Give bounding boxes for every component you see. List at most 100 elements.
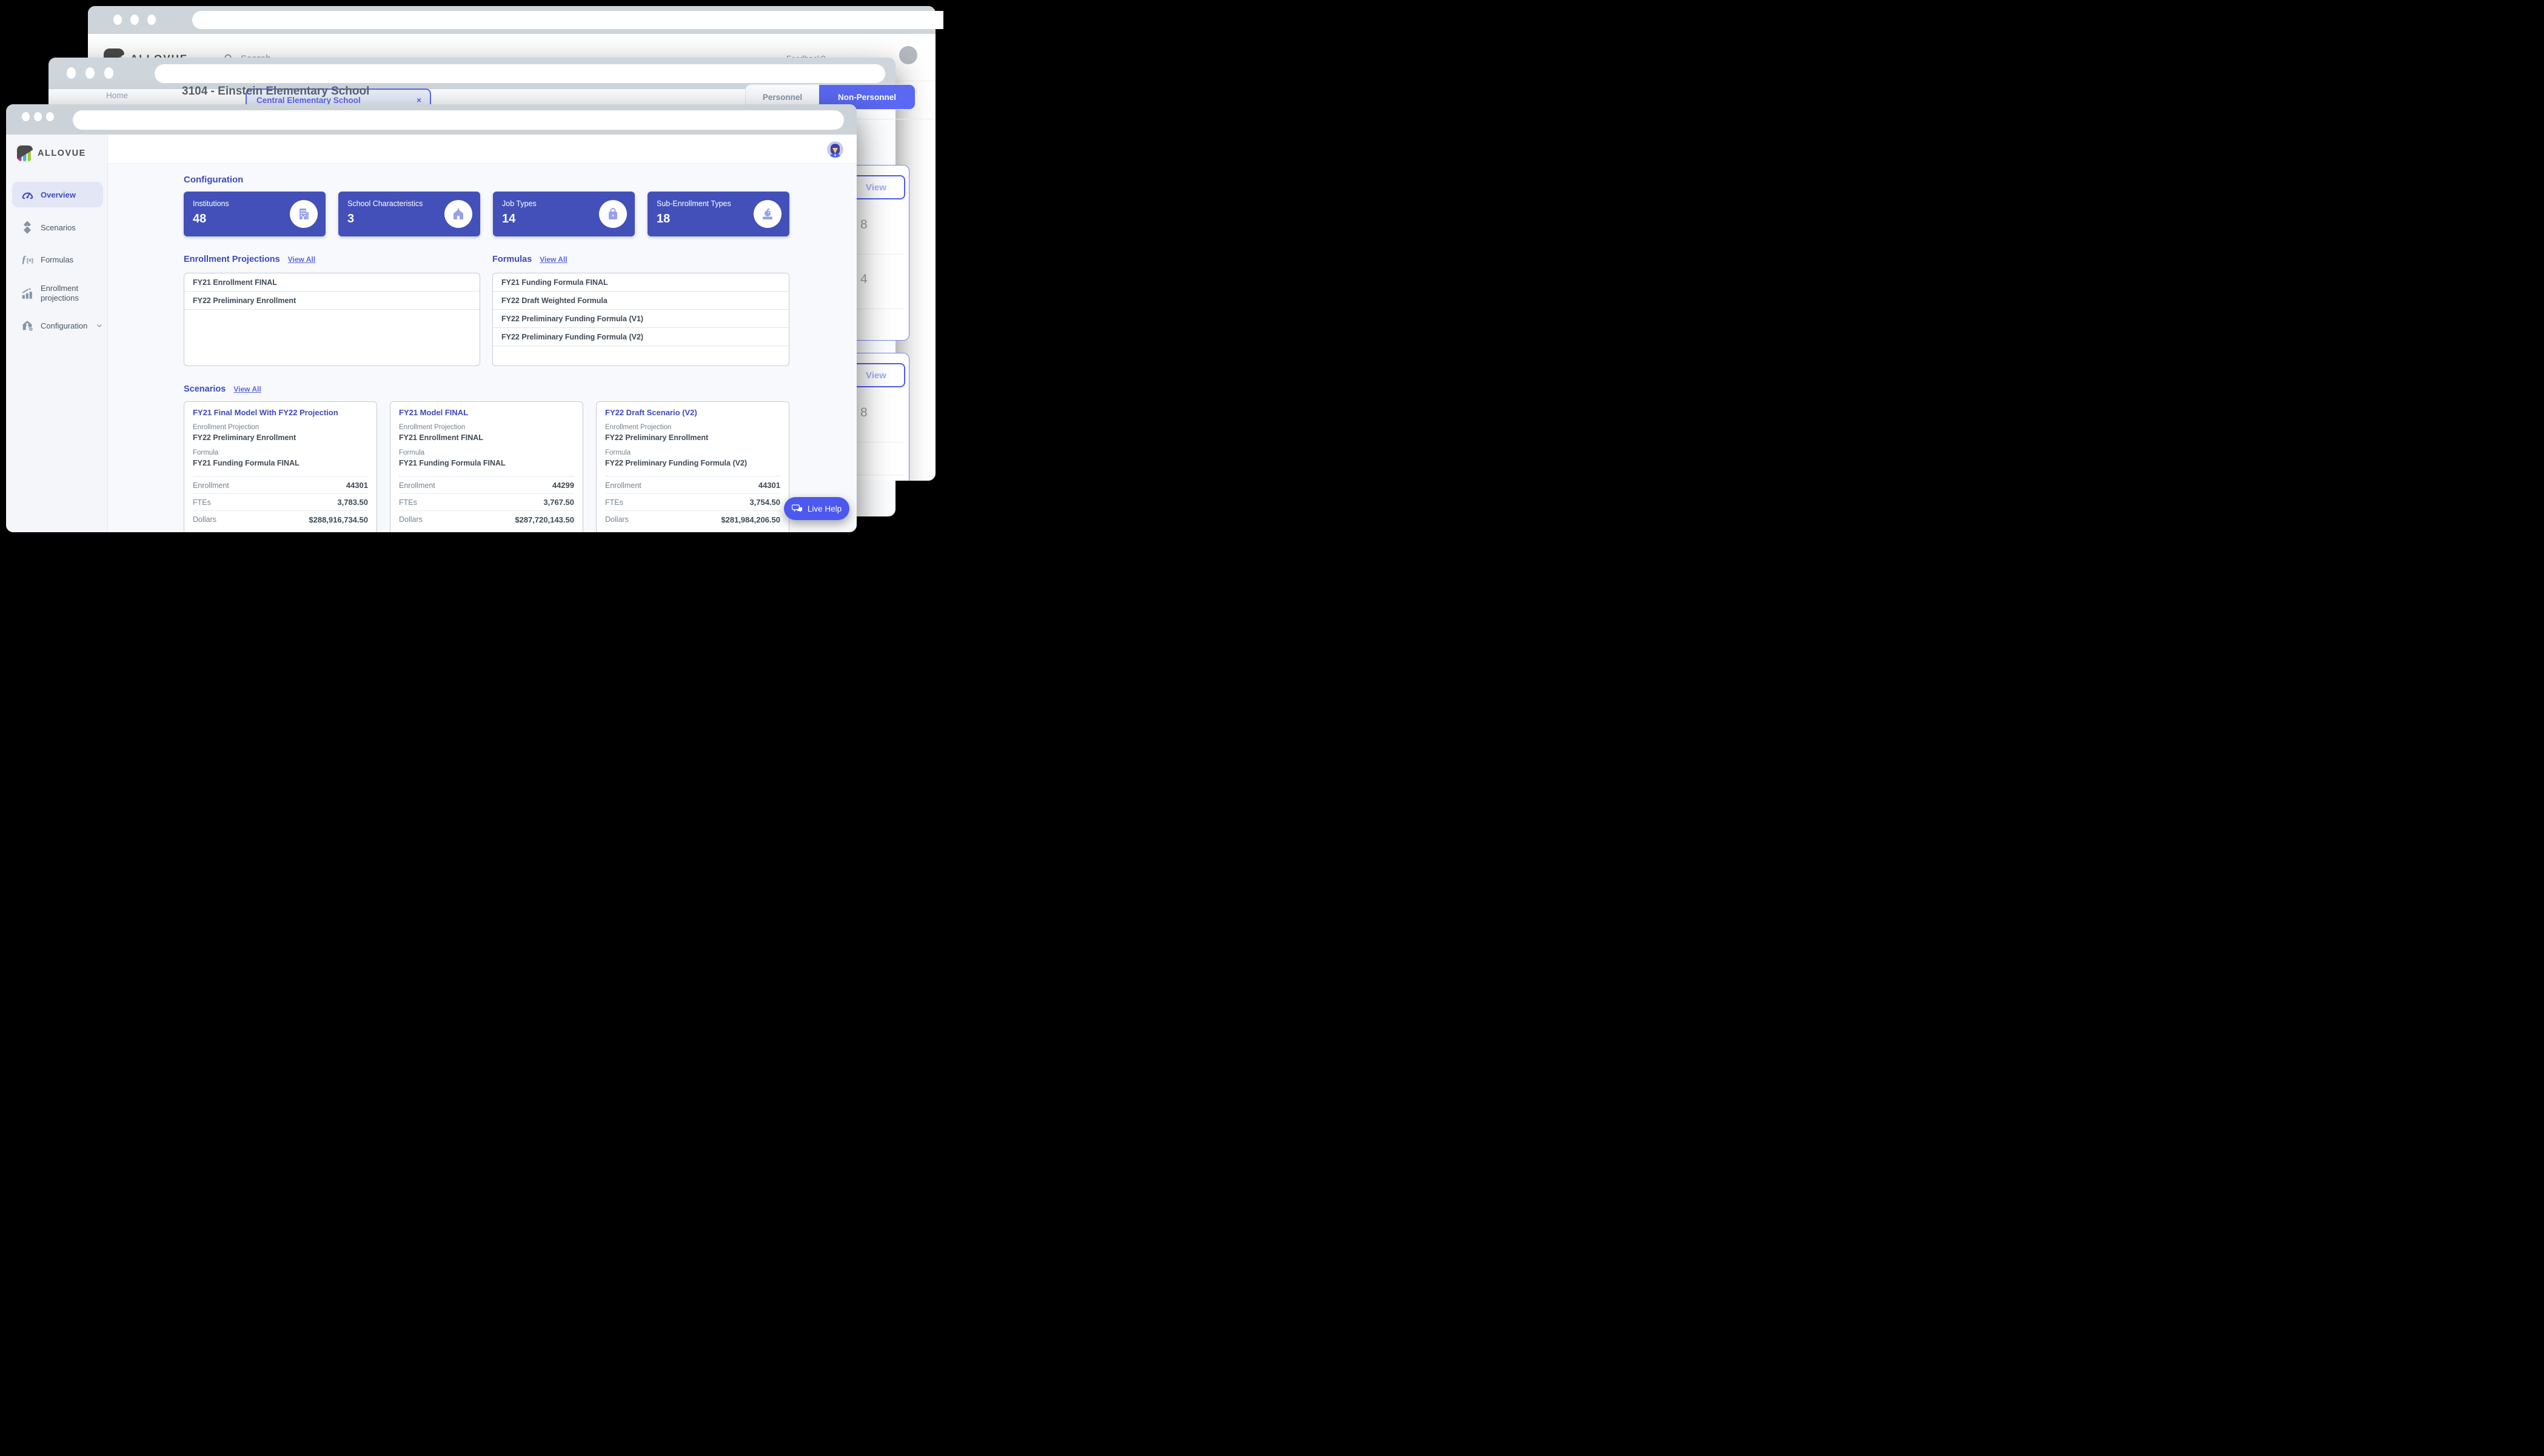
user-avatar-gray[interactable] (899, 46, 917, 64)
traffic-light-close[interactable] (22, 112, 30, 121)
metric-value: 3,767.50 (543, 498, 574, 507)
field-value: FY22 Preliminary Enrollment (605, 433, 708, 442)
screenshot-stage: ALLOVUE Search... Feedback? Home Central… (0, 0, 943, 544)
card-value: 8 (860, 218, 868, 232)
stat-value: 18 (657, 212, 670, 226)
field-label: Enrollment Projection (605, 424, 671, 431)
sidebar-item-scenarios[interactable]: Scenarios (12, 215, 103, 240)
traffic-light-close[interactable] (67, 67, 76, 79)
traffic-light-close[interactable] (113, 15, 122, 25)
url-bar[interactable] (192, 11, 943, 29)
sidebar-item-label: Scenarios (41, 223, 76, 232)
user-avatar[interactable] (827, 141, 843, 158)
metric-label: Enrollment (605, 481, 641, 490)
field-label: Enrollment Projection (399, 424, 465, 431)
metric-value: 3,783.50 (337, 498, 368, 507)
traffic-light-zoom[interactable] (104, 67, 113, 79)
configuration-stats: Institutions 48 School Characteristics 3… (184, 192, 789, 236)
field-value: FY22 Preliminary Funding Formula (V2) (605, 459, 747, 467)
metric-value: 3,754.50 (749, 498, 780, 507)
page-title: 3104 - Einstein Elementary School (182, 85, 369, 98)
chevron-down-icon (96, 322, 103, 330)
live-help-button[interactable]: Live Help (784, 497, 849, 520)
stat-value: 3 (347, 212, 354, 226)
sidebar-item-label: Configuration (41, 321, 87, 330)
metric-label: Enrollment (399, 481, 435, 490)
briefcase-icon (606, 207, 620, 221)
field-value: FY21 Enrollment FINAL (399, 433, 483, 442)
list-item[interactable]: FY22 Preliminary Funding Formula (V2) (493, 328, 789, 346)
traffic-light-zoom[interactable] (46, 112, 54, 121)
metric-value: $281,984,206.50 (721, 515, 780, 524)
front-browser-window: ALLOVUE Overview Scenarios ƒ(× (6, 104, 857, 532)
stat-label: Institutions (193, 199, 229, 208)
schoolhouse-icon (451, 207, 466, 221)
metric-label: Enrollment (193, 481, 229, 490)
formulas-list: FY21 Funding Formula FINAL FY22 Draft We… (492, 273, 789, 366)
list-item[interactable]: FY21 Enrollment FINAL (184, 273, 480, 292)
sidebar-item-label: Overview (41, 190, 76, 199)
traffic-light-minimize[interactable] (85, 67, 95, 79)
stat-value: 14 (502, 212, 515, 226)
sidebar-item-configuration[interactable]: Configuration (12, 313, 103, 338)
sidebar-item-formulas[interactable]: ƒ(×) Formulas (12, 247, 103, 272)
scenario-card[interactable]: FY21 Final Model With FY22 Projection En… (184, 401, 377, 532)
metric-label: FTEs (605, 498, 623, 507)
scenario-card[interactable]: FY22 Draft Scenario (V2) Enrollment Proj… (596, 401, 789, 532)
list-item[interactable]: FY21 Funding Formula FINAL (493, 273, 789, 292)
field-label: Enrollment Projection (193, 424, 259, 431)
view-all-link[interactable]: View All (233, 385, 261, 393)
field-value: FY22 Preliminary Enrollment (193, 433, 296, 442)
field-value: FY21 Funding Formula FINAL (399, 459, 506, 467)
traffic-light-minimize[interactable] (130, 15, 139, 25)
stat-card-job-types[interactable]: Job Types 14 (493, 192, 635, 236)
section-heading-scenarios: ScenariosView All (184, 384, 261, 394)
allovue-logo-icon (17, 145, 33, 161)
metric-label: FTEs (399, 498, 417, 507)
brand-name: ALLOVUE (38, 149, 86, 158)
card-value: 4 (860, 272, 868, 287)
field-label: Formula (605, 449, 631, 456)
view-all-link[interactable]: View All (540, 255, 567, 264)
field-label: Formula (193, 449, 218, 456)
metric-value: 44301 (758, 481, 780, 490)
stat-label: Job Types (502, 199, 537, 208)
top-bar (108, 135, 857, 164)
stat-label: Sub-Enrollment Types (657, 199, 731, 208)
list-item[interactable]: FY22 Draft Weighted Formula (493, 292, 789, 310)
allovue-logo: ALLOVUE (17, 145, 86, 161)
url-bar[interactable] (155, 64, 885, 83)
stat-value: 48 (193, 212, 206, 226)
breadcrumb[interactable]: Home (106, 91, 128, 100)
scenario-card[interactable]: FY21 Model FINAL Enrollment Projection F… (390, 401, 583, 532)
sidebar-item-enrollment-projections[interactable]: Enrollment projections (12, 278, 103, 309)
sidebar-item-label: Enrollment projections (41, 284, 103, 304)
traffic-light-minimize[interactable] (34, 112, 42, 121)
scenario-title: FY21 Final Model With FY22 Projection (193, 408, 338, 417)
live-help-label: Live Help (808, 504, 842, 513)
front-window-titlebar (6, 104, 857, 135)
stat-card-sub-enrollment-types[interactable]: Sub-Enrollment Types 18 (648, 192, 789, 236)
enrollment-projections-list: FY21 Enrollment FINAL FY22 Preliminary E… (184, 273, 480, 366)
view-all-link[interactable]: View All (288, 255, 315, 264)
section-heading-formulas: FormulasView All (492, 255, 567, 264)
stat-card-school-characteristics[interactable]: School Characteristics 3 (338, 192, 480, 236)
list-item[interactable]: FY22 Preliminary Funding Formula (V1) (493, 310, 789, 328)
scenario-cards: FY21 Final Model With FY22 Projection En… (184, 401, 789, 532)
card-value: 8 (860, 406, 868, 420)
traffic-light-zoom[interactable] (147, 15, 156, 25)
stat-label: School Characteristics (347, 199, 423, 208)
metric-label: Dollars (399, 515, 423, 524)
chat-bubbles-icon (792, 504, 803, 513)
stat-card-institutions[interactable]: Institutions 48 (184, 192, 326, 236)
url-bar[interactable] (73, 110, 844, 130)
metric-label: FTEs (193, 498, 211, 507)
metric-value: $287,720,143.50 (515, 515, 574, 524)
sidebar-item-overview[interactable]: Overview (12, 182, 103, 207)
scenario-title: FY22 Draft Scenario (V2) (605, 408, 697, 417)
field-value: FY21 Funding Formula FINAL (193, 459, 300, 467)
school-gear-icon (20, 318, 35, 333)
field-label: Formula (399, 449, 424, 456)
list-item[interactable]: FY22 Preliminary Enrollment (184, 292, 480, 310)
chip-close-icon[interactable]: × (417, 96, 421, 105)
